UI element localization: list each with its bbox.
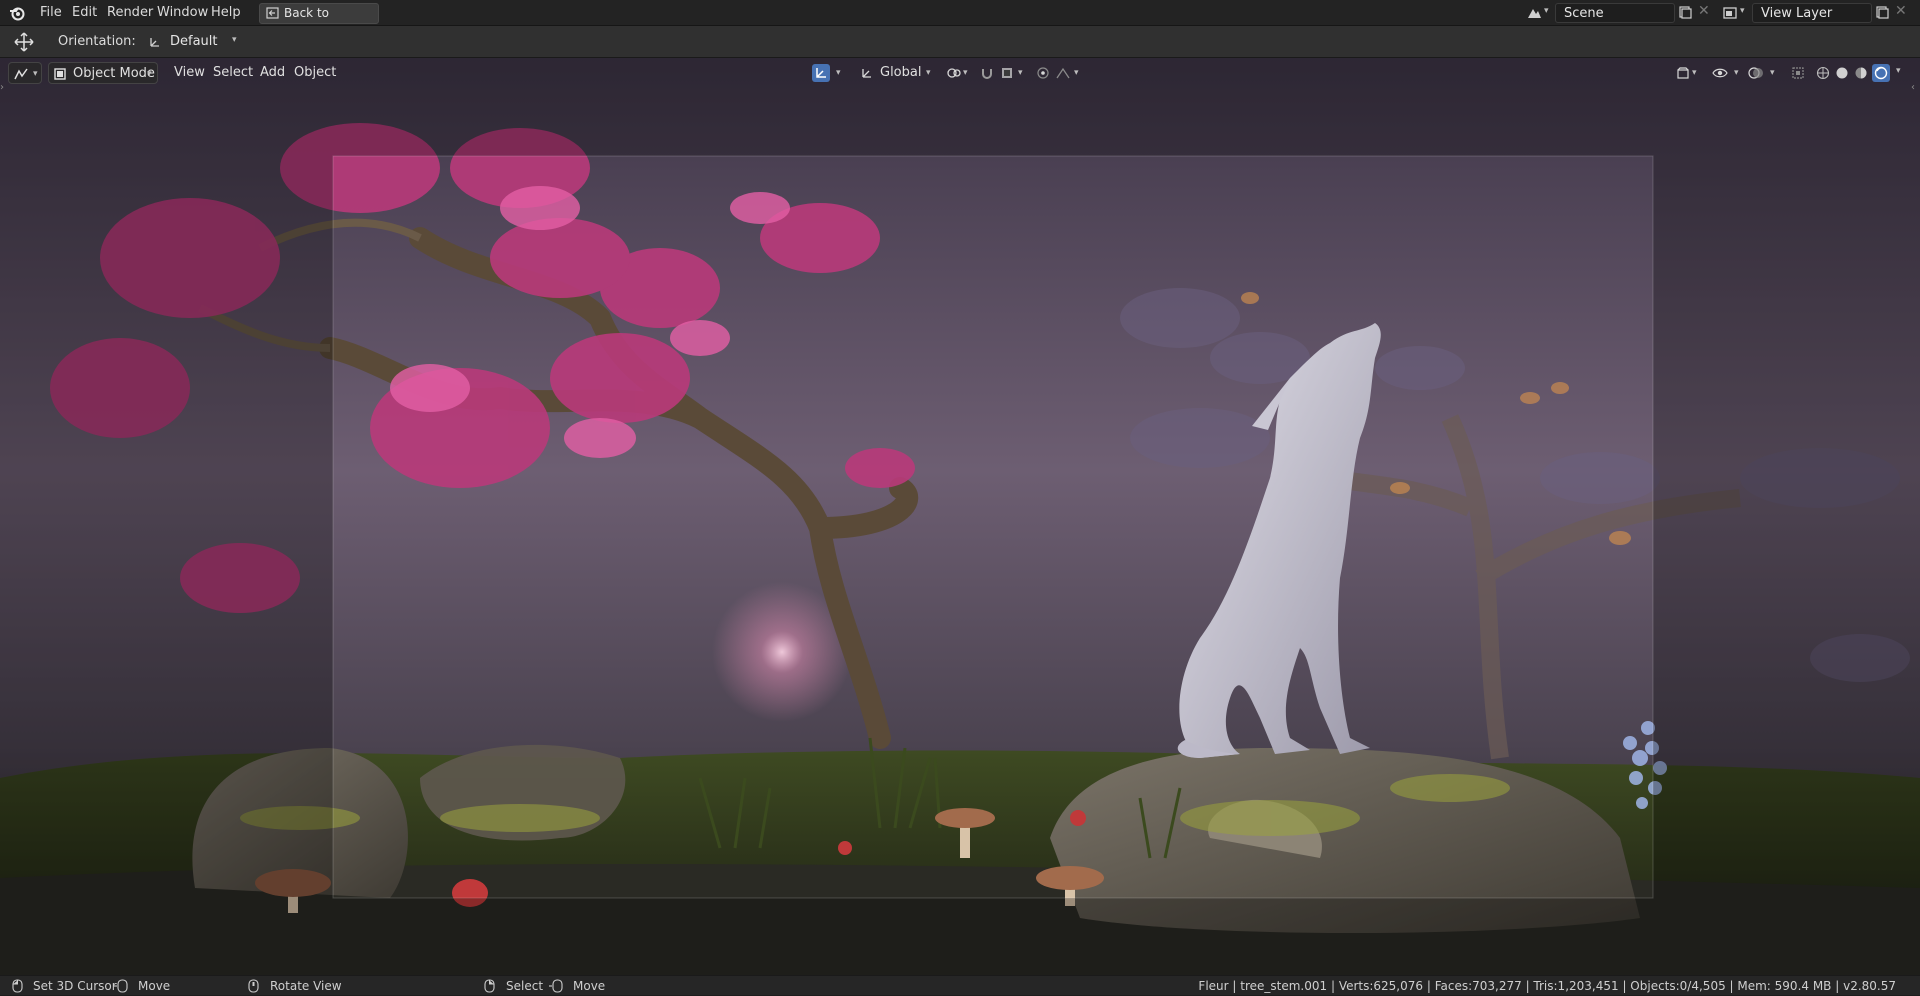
gizmo-toggle-button[interactable]: ▾ [812, 62, 846, 84]
delete-scene-icon[interactable]: ✕ [1698, 3, 1710, 19]
shading-rendered-icon [1872, 64, 1890, 82]
new-scene-icon[interactable] [1678, 5, 1692, 19]
orientation-value: Default [170, 34, 218, 49]
shading-wire-icon [1816, 66, 1830, 80]
visibility-icon [1677, 67, 1689, 79]
overlay-icon [1748, 67, 1763, 79]
view-layer-dropdown-icon[interactable]: ▾ [1740, 6, 1745, 16]
viewport-header: ▾ Object Mode ▾ View Select Add Object ▾… [0, 62, 1920, 84]
pivot-point-button[interactable]: ▾ [946, 62, 972, 84]
snap-chevron-icon: ▾ [1018, 68, 1023, 78]
scene-dropdown-icon[interactable]: ▾ [1544, 6, 1549, 16]
xray-icon [1792, 67, 1804, 79]
mouse-left-icon [12, 979, 23, 993]
viewport-menu-add[interactable]: Add [254, 62, 291, 84]
mouse-middle-icon [248, 979, 259, 993]
mouse-right-icon [484, 979, 495, 993]
proportional-icon [1037, 67, 1049, 79]
object-types-visibility-button[interactable]: ▾ [1674, 62, 1702, 84]
shading-options-chevron-icon[interactable]: ▾ [1896, 66, 1901, 76]
menu-file[interactable]: File [34, 3, 68, 23]
shading-solid-icon [1836, 67, 1848, 79]
shading-material-icon [1855, 67, 1867, 79]
tool-settings-bar: Orientation: Default ▾ [0, 26, 1920, 58]
orientation-chevron-icon: ▾ [232, 35, 237, 45]
shading-wireframe-button[interactable] [1815, 62, 1833, 84]
shading-rendered-button[interactable] [1872, 62, 1890, 84]
top-bar: File Edit Render Window Help Back to Pre… [0, 0, 1920, 39]
scene-icon[interactable] [1526, 5, 1542, 21]
gizmo-icon [812, 64, 830, 82]
mouse-drag-right-icon [549, 979, 563, 993]
status-move-2: Move [573, 979, 606, 993]
pivot-chevron-icon: ▾ [963, 68, 968, 78]
shading-material-button[interactable] [1853, 62, 1871, 84]
orientation-label: Orientation: [58, 34, 136, 49]
gizmo-visibility-chevron-icon: ▾ [1734, 68, 1739, 78]
show-gizmo-icon [1712, 68, 1728, 78]
snap-icon [982, 69, 992, 79]
move-tool-icon[interactable] [13, 32, 35, 52]
blender-logo-icon[interactable] [9, 5, 25, 21]
global-icon [862, 69, 871, 78]
scene-statistics: Fleur | tree_stem.001 | Verts:625,076 | … [1198, 979, 1896, 993]
falloff-chevron-icon: ▾ [1074, 68, 1079, 78]
overlays-chevron-icon: ▾ [1770, 68, 1775, 78]
status-select: Select [506, 979, 544, 993]
editor-type-button[interactable]: ▾ [8, 62, 42, 84]
editor-type-chevron-icon: ▾ [33, 69, 38, 79]
orientation-dropdown[interactable]: Default ▾ [144, 32, 244, 52]
back-to-previous-button[interactable]: Back to Previous [259, 3, 379, 39]
transform-orientation-dropdown[interactable]: Global ▾ [860, 62, 936, 84]
gizmo-chevron-icon: ▾ [836, 68, 841, 78]
transform-orientation-label: Global [880, 65, 922, 80]
object-mode-chevron-icon: ▾ [147, 69, 152, 79]
gizmo-visibility-button[interactable]: ▾ [1710, 62, 1744, 84]
overlays-button[interactable]: ▾ [1746, 62, 1780, 84]
snap-target-icon [1002, 68, 1012, 78]
delete-view-layer-icon[interactable]: ✕ [1895, 3, 1907, 19]
menu-help[interactable]: Help [205, 3, 247, 23]
orientation-icon [150, 38, 159, 47]
status-set-3d-cursor: Set 3D Cursor [33, 979, 117, 993]
viewport-3d[interactable]: ▾ Object Mode ▾ View Select Add Object ▾… [0, 58, 1920, 975]
object-mode-icon [54, 68, 66, 80]
viewport-menu-select[interactable]: Select [207, 62, 259, 84]
status-move: Move [138, 979, 171, 993]
object-mode-dropdown[interactable]: Object Mode ▾ [48, 62, 158, 84]
new-view-layer-icon[interactable] [1875, 5, 1889, 19]
transform-orientation-chevron-icon: ▾ [926, 68, 931, 78]
visibility-chevron-icon: ▾ [1692, 68, 1697, 78]
menu-edit[interactable]: Edit [66, 3, 103, 23]
mouse-drag-icon [114, 979, 128, 993]
scene-name-field[interactable]: Scene [1555, 3, 1675, 23]
shading-solid-button[interactable] [1834, 62, 1852, 84]
pivot-icon [947, 68, 961, 78]
falloff-icon [1056, 67, 1070, 79]
back-icon [266, 7, 279, 19]
status-bar: Set 3D Cursor Move Rotate View Select Mo… [0, 975, 1920, 995]
viewport-menu-view[interactable]: View [168, 62, 211, 84]
scene-render-image [0, 58, 1920, 975]
object-mode-label: Object Mode [73, 66, 155, 81]
viewport-menu-object[interactable]: Object [288, 62, 342, 84]
status-rotate-view: Rotate View [270, 979, 342, 993]
view-layer-icon[interactable] [1722, 5, 1738, 21]
sidebar-toggle-icon[interactable]: ‹ [1911, 82, 1915, 93]
xray-toggle-button[interactable] [1790, 62, 1808, 84]
view-layer-field[interactable]: View Layer [1752, 3, 1872, 23]
proportional-edit-button[interactable]: ▾ [1036, 62, 1086, 84]
snap-button[interactable]: ▾ [980, 62, 1028, 84]
toolbar-toggle-icon[interactable]: › [0, 82, 4, 93]
editor-type-icon [14, 68, 28, 80]
